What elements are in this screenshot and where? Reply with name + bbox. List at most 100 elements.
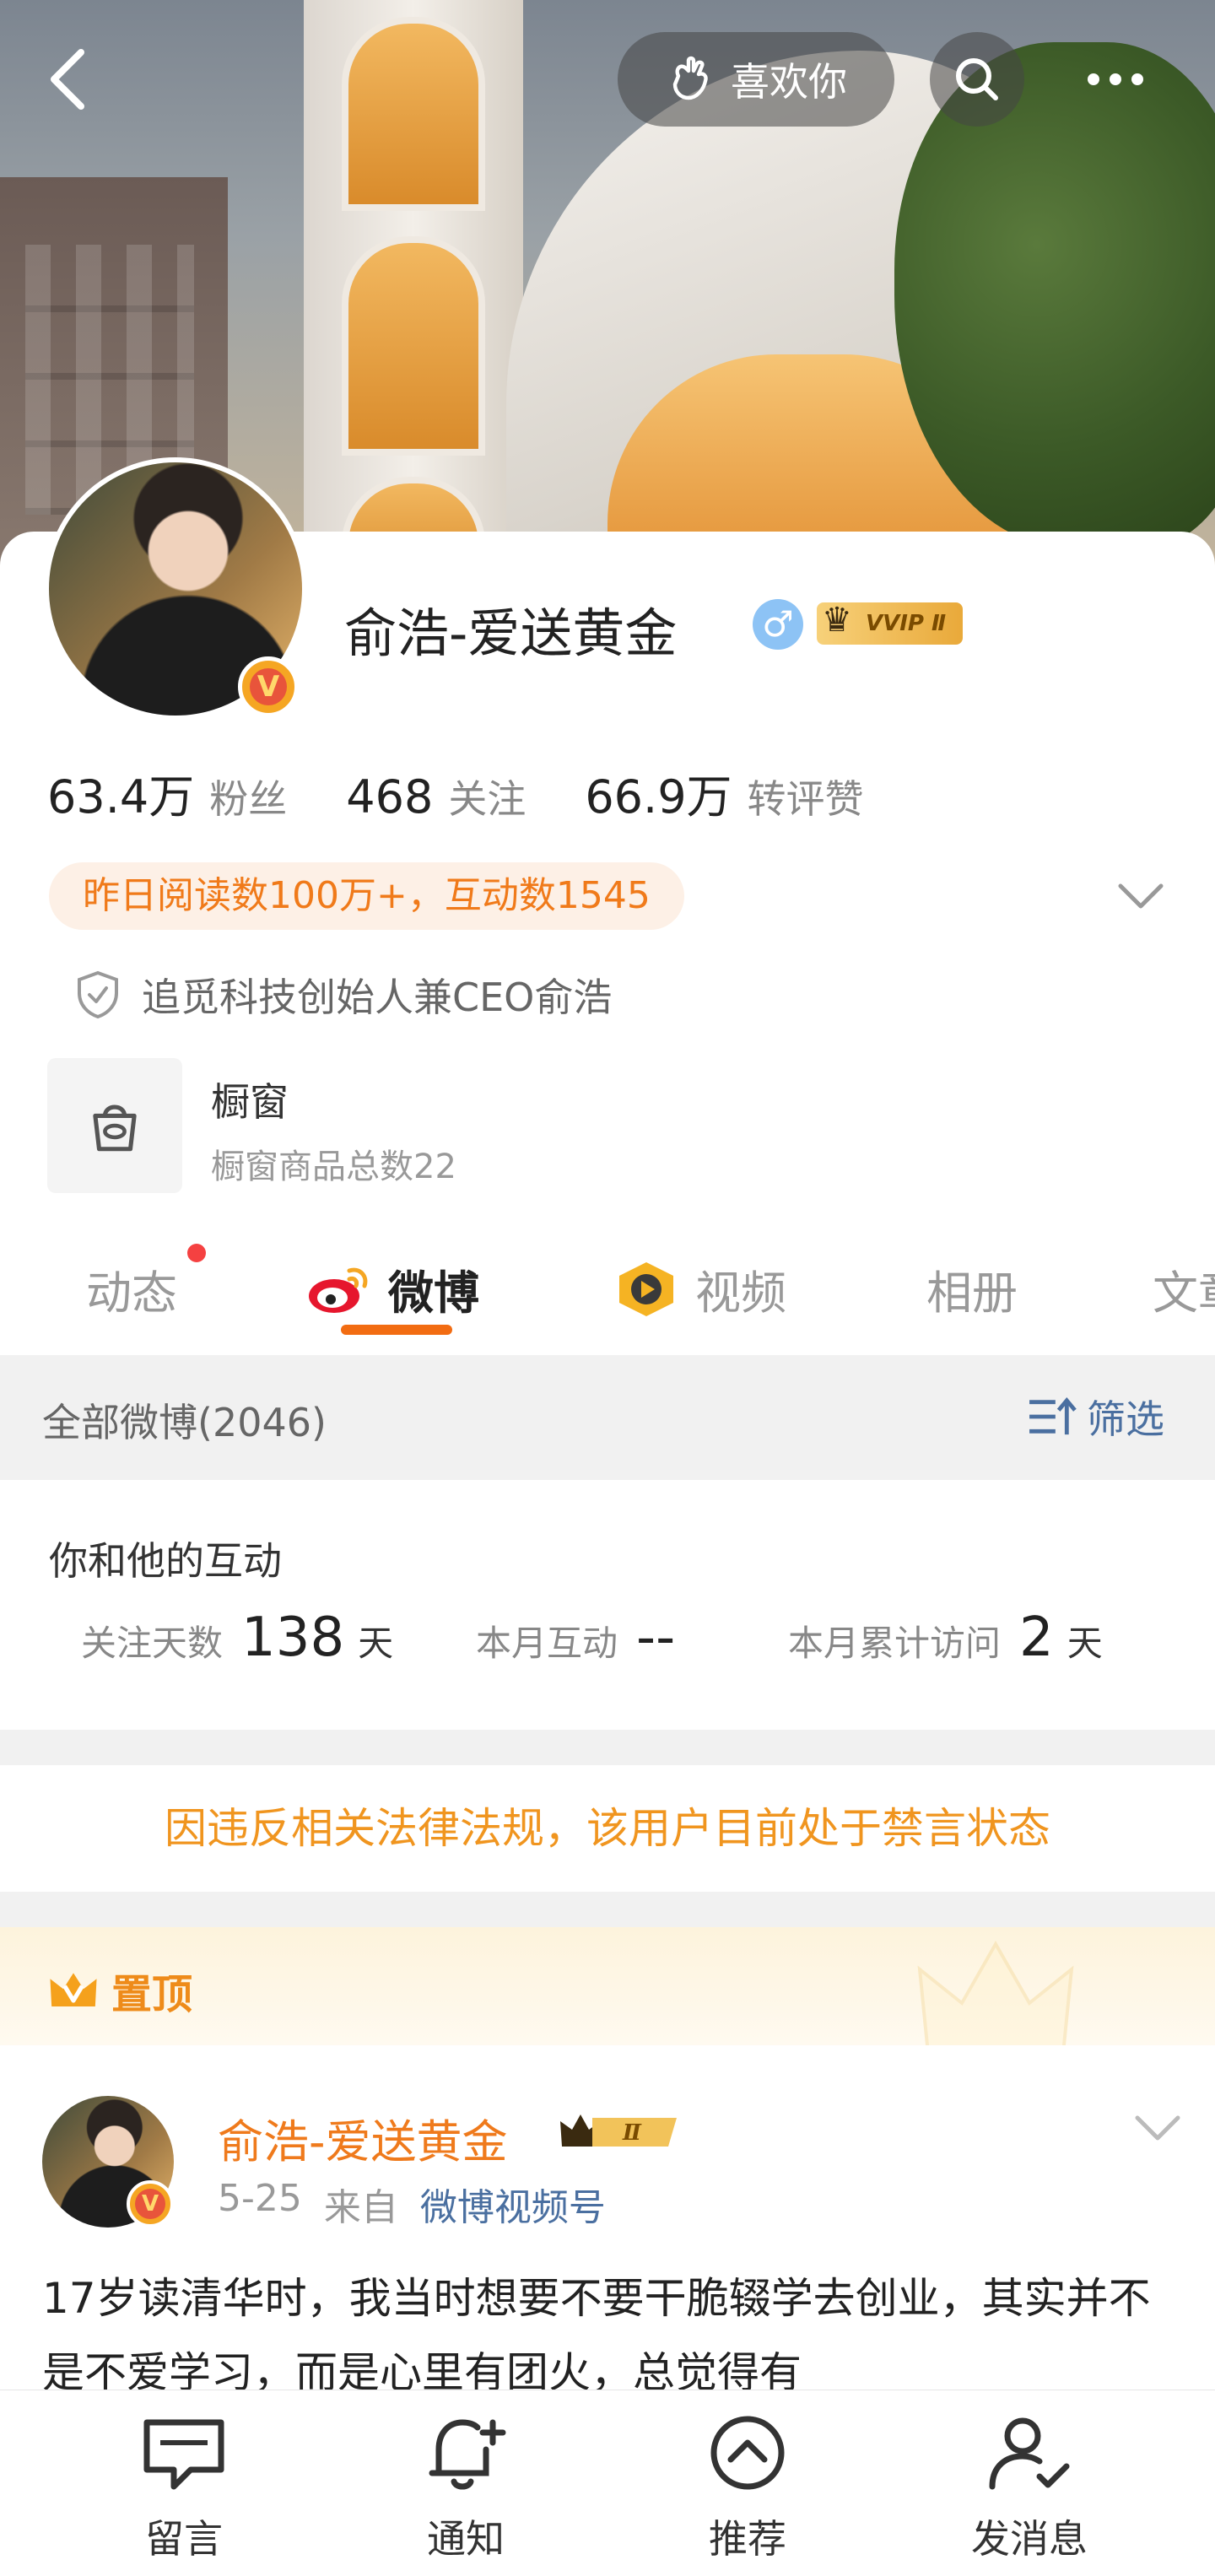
chevron-up-circle-icon: [710, 2416, 785, 2490]
vvip-label: VVIP Ⅱ: [866, 611, 947, 636]
monthly-interactions-label: 本月互动: [476, 1623, 618, 1664]
nav-message-board[interactable]: 留言: [100, 2412, 268, 2564]
verified-badge: V: [127, 2180, 174, 2228]
profile-tabs: 动态 微博 视频 相册 文章: [0, 1232, 1215, 1350]
search-icon: [956, 58, 998, 100]
hand-heart-icon: [672, 56, 708, 100]
tab-feed[interactable]: 动态: [86, 1256, 177, 1322]
cover-window: [342, 236, 485, 456]
vip-crown-badge-icon: Ⅱ: [560, 2114, 677, 2147]
chevron-down-icon[interactable]: [1115, 878, 1166, 915]
post-date: 5-25: [218, 2177, 302, 2220]
chevron-down-icon[interactable]: [1132, 2109, 1183, 2147]
shop-window-title[interactable]: 橱窗: [211, 1072, 289, 1127]
like-you-button[interactable]: 喜欢你: [618, 32, 894, 127]
interaction-title: 你和他的互动: [49, 1538, 282, 1584]
post-source-link[interactable]: 微博视频号: [420, 2177, 606, 2231]
more-dot: [1110, 73, 1121, 85]
unread-dot: [187, 1244, 206, 1262]
pinned-header: 置顶: [0, 1927, 1215, 2045]
reposts-likes-count: 66.9万: [585, 770, 732, 824]
back-button[interactable]: [34, 37, 101, 122]
filter-button[interactable]: 筛选: [1026, 1389, 1164, 1445]
shop-window-icon-box[interactable]: [47, 1058, 182, 1193]
monthly-interactions-value: --: [636, 1607, 676, 1669]
weibo-logo-icon: [309, 1267, 368, 1313]
profile-username: 俞浩-爱送黄金: [344, 602, 678, 664]
interaction-section: 你和他的互动 关注天数 138 天 本月互动 -- 本月累计访问 2 天: [0, 1480, 1215, 1730]
nav-label: 留言: [145, 2516, 223, 2562]
bell-plus-icon: [429, 2419, 506, 2490]
follow-days-unit: 天: [358, 1623, 394, 1664]
follow-days-value: 138: [241, 1607, 345, 1669]
tab-label: 微博: [388, 1266, 479, 1320]
tab-label: 动态: [86, 1266, 177, 1320]
filter-label: 筛选: [1087, 1396, 1164, 1442]
shopping-bag-icon: [93, 1104, 137, 1152]
follow-days-label: 关注天数: [81, 1623, 224, 1664]
more-dot: [1131, 73, 1143, 85]
nav-label: 发消息: [971, 2516, 1088, 2562]
verification-info: 追觅科技创始人兼CEO俞浩: [74, 967, 612, 1023]
tab-label: 视频: [695, 1266, 786, 1320]
crown-icon: ♛: [822, 601, 852, 640]
chat-bubble-icon: [143, 2419, 224, 2490]
svg-text:Ⅱ: Ⅱ: [622, 2120, 642, 2146]
monthly-visits: 本月累计访问 2 天: [788, 1607, 1103, 1669]
chevron-left-icon: [51, 49, 84, 110]
active-tab-indicator: [341, 1325, 452, 1335]
monthly-visits-unit: 天: [1066, 1623, 1103, 1664]
filter-sort-icon: [1029, 1397, 1077, 1435]
monthly-visits-value: 2: [1019, 1607, 1054, 1669]
male-icon: ♂: [753, 599, 803, 650]
tab-video[interactable]: 视频: [613, 1256, 786, 1322]
more-options-button[interactable]: [1065, 32, 1166, 127]
verified-mark: V: [250, 668, 287, 705]
pinned-text: 置顶: [111, 1971, 193, 2018]
post-source-prefix: 来自: [323, 2186, 398, 2229]
verification-text: 追觅科技创始人兼CEO俞浩: [142, 975, 613, 1020]
video-play-icon: [619, 1261, 673, 1316]
tab-label: 相册: [926, 1266, 1018, 1320]
followers-label[interactable]: 粉丝: [209, 769, 287, 824]
crown-v-icon: [50, 1973, 97, 2006]
verified-badge: V: [238, 656, 299, 717]
bottom-nav: 留言 通知 推荐 发消息: [0, 2390, 1215, 2576]
nav-notify[interactable]: 通知: [381, 2412, 550, 2564]
followers-count[interactable]: 63.4万: [47, 759, 194, 826]
all-weibo-count[interactable]: 全部微博(2046): [42, 1392, 327, 1448]
section-divider: [0, 1892, 1215, 1927]
post-meta: 5-25 来自 微博视频号: [218, 2177, 606, 2231]
reading-stats-tag: 昨日阅读数100万+，互动数1545: [49, 862, 684, 930]
nav-label: 推荐: [709, 2516, 786, 2562]
nav-label: 通知: [427, 2516, 505, 2562]
vvip-badge[interactable]: ♛ VVIP Ⅱ: [817, 601, 964, 645]
follow-days: 关注天数 138 天: [81, 1607, 393, 1669]
monthly-interactions: 本月互动 --: [476, 1607, 688, 1669]
user-check-icon: [989, 2417, 1070, 2490]
post-author-name[interactable]: 俞浩-爱送黄金: [218, 2104, 508, 2171]
monthly-visits-label: 本月累计访问: [788, 1623, 1002, 1664]
pinned-label: 置顶: [47, 1961, 192, 2020]
crown-watermark-icon: [917, 1940, 1074, 2045]
more-dot: [1088, 73, 1099, 85]
profile-stats: 63.4万 粉丝 468 关注 66.9万 转评赞: [47, 759, 923, 826]
filter-bar: 全部微博(2046) 筛选: [0, 1355, 1215, 1480]
tab-album[interactable]: 相册: [926, 1256, 1018, 1322]
following-label[interactable]: 关注: [448, 769, 526, 824]
tab-weibo[interactable]: 微博: [305, 1256, 479, 1322]
shield-check-icon: [78, 970, 118, 1019]
ban-notice: 因违反相关法律法规，该用户目前处于禁言状态: [0, 1765, 1215, 1892]
tab-label: 文章: [1153, 1266, 1215, 1320]
verified-mark: V: [135, 2189, 165, 2219]
section-divider: [0, 1730, 1215, 1765]
search-button[interactable]: [930, 32, 1024, 127]
post-body[interactable]: 17岁读清华时，我当时想要不要干脆辍学去创业，其实并不是不爱学习，而是心里有团火…: [42, 2261, 1181, 2410]
cover-window: [342, 17, 485, 211]
reposts-likes-label: 转评赞: [747, 776, 864, 822]
nav-send-message[interactable]: 发消息: [945, 2412, 1114, 2564]
following-count[interactable]: 468: [346, 770, 433, 824]
like-you-label: 喜欢你: [731, 59, 847, 105]
tab-articles[interactable]: 文章: [1153, 1256, 1215, 1322]
nav-recommend[interactable]: 推荐: [663, 2412, 832, 2564]
